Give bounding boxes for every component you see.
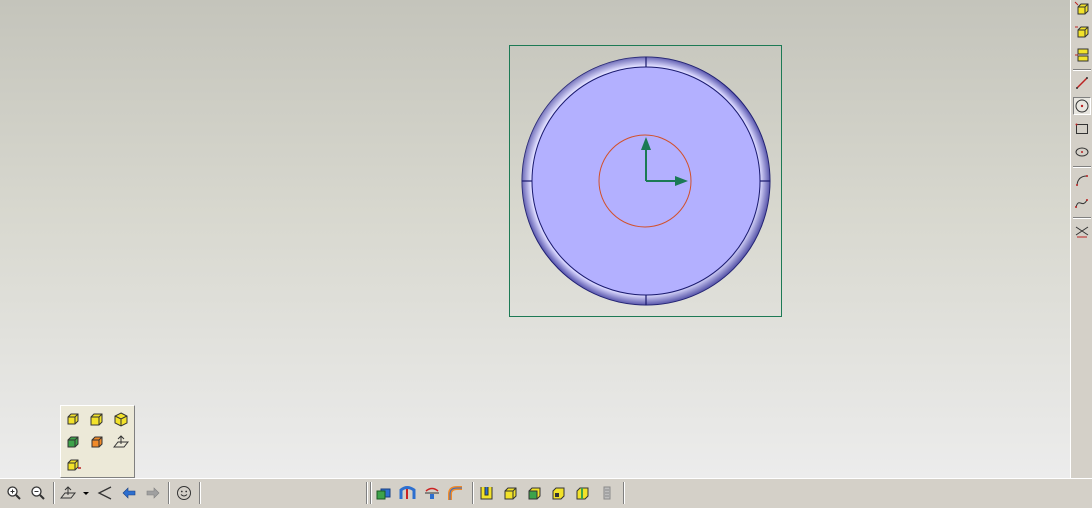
sketch-trim-icon[interactable] — [1073, 222, 1091, 240]
feature-cube-icon[interactable] — [1073, 0, 1091, 18]
view-plane-dropdown-icon[interactable] — [58, 483, 90, 503]
back-view-icon[interactable] — [63, 432, 83, 452]
box-yellow-icon[interactable] — [501, 483, 521, 503]
zoom-out-icon[interactable] — [28, 483, 48, 503]
graphics-viewport[interactable] — [0, 0, 1070, 478]
shaded-view-icon[interactable] — [374, 483, 394, 503]
box-green-icon[interactable] — [525, 483, 545, 503]
left-view-icon[interactable] — [87, 432, 107, 452]
sketch-ellipse-icon[interactable] — [1073, 143, 1091, 161]
forward-arrow-icon[interactable] — [143, 483, 163, 503]
sketch-spline-icon[interactable] — [1073, 194, 1091, 212]
right-view-icon[interactable] — [87, 409, 107, 429]
zoom-in-icon[interactable] — [4, 483, 24, 503]
view-orientation-flyout — [60, 405, 135, 478]
box-frame-icon[interactable] — [549, 483, 569, 503]
view-toolbar — [0, 478, 1092, 508]
cut-icon[interactable] — [477, 483, 497, 503]
smiley-icon[interactable] — [174, 483, 194, 503]
plane-view-icon[interactable] — [111, 432, 131, 452]
scroll-icon[interactable] — [597, 483, 617, 503]
revolve-icon[interactable] — [422, 483, 442, 503]
box-split-icon[interactable] — [573, 483, 593, 503]
part-model[interactable] — [0, 0, 1070, 478]
back-arrow-icon[interactable] — [119, 483, 139, 503]
view-orient-icon[interactable] — [95, 483, 115, 503]
front-view-icon[interactable] — [63, 409, 83, 429]
sketch-rectangle-icon[interactable] — [1073, 120, 1091, 138]
sweep-icon[interactable] — [398, 483, 418, 503]
sketch-arc-icon[interactable] — [1073, 171, 1091, 189]
bottom-view-icon[interactable] — [63, 455, 83, 475]
sketch-line-icon[interactable] — [1073, 74, 1091, 92]
sketch-toolbar — [1070, 0, 1092, 478]
iso-view-icon[interactable] — [111, 409, 131, 429]
feature-cube-add-icon[interactable] — [1073, 23, 1091, 41]
feature-cube-multi-icon[interactable] — [1073, 46, 1091, 64]
pipe-icon[interactable] — [446, 483, 466, 503]
sketch-circle-icon[interactable] — [1073, 97, 1091, 115]
